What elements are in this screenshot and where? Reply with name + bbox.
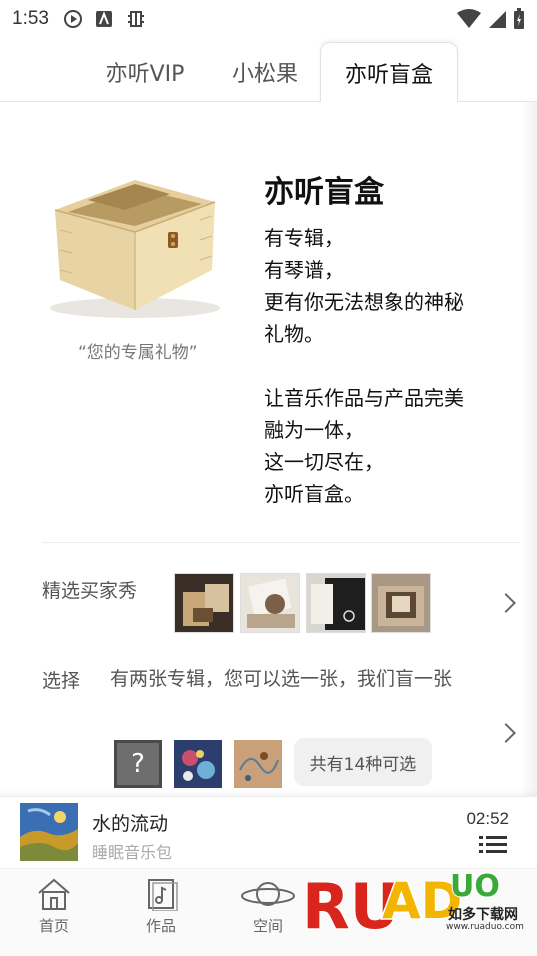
desc-line: 有专辑，	[264, 226, 344, 250]
blind-box-title: 亦听盲盒	[264, 175, 384, 210]
signal-icon	[489, 11, 506, 28]
planet-icon	[241, 882, 295, 906]
svg-text:UO: UO	[450, 869, 500, 904]
tab-blind-box[interactable]: 亦听盲盒	[320, 42, 458, 103]
desc-line: 礼物。	[264, 322, 324, 346]
nav-label: 首页	[38, 917, 69, 935]
status-bar: 1:53	[0, 0, 537, 38]
top-tabs: 亦听VIP 小松果 亦听盲盒	[0, 42, 537, 103]
album-option[interactable]	[174, 740, 222, 788]
nav-works[interactable]: 作品	[121, 877, 201, 949]
desc-line: 让音乐作品与产品完美	[264, 386, 464, 410]
home-icon	[38, 878, 70, 910]
track-album: 睡眠音乐包	[92, 843, 173, 862]
bug-icon	[127, 11, 144, 27]
mystery-mark: ?	[131, 749, 145, 779]
buyer-photo-thumb[interactable]	[240, 573, 300, 633]
mini-player[interactable]: 水的流动 睡眠音乐包 02:52	[0, 796, 537, 868]
music-note-icon	[148, 879, 178, 911]
playlist-icon[interactable]	[479, 835, 507, 855]
buyer-photo-thumb[interactable]	[371, 573, 431, 633]
section-divider	[42, 542, 520, 543]
status-system-icons	[457, 8, 525, 30]
blind-box-description: 有专辑， 有琴谱， 更有你无法想象的神秘 礼物。 让音乐作品与产品完美 融为一体…	[264, 222, 514, 510]
desc-line: 更有你无法想象的神秘	[264, 290, 464, 314]
battery-icon	[514, 8, 524, 29]
nav-home[interactable]: 首页	[14, 877, 94, 949]
choose-label: 选择	[42, 670, 81, 692]
gift-caption: “您的专属礼物”	[78, 343, 198, 363]
app-notification-icon	[95, 11, 112, 27]
mystery-album-option[interactable]: ?	[114, 740, 162, 788]
buyer-show-label: 精选买家秀	[42, 580, 138, 602]
watermark-url: www.ruaduo.com	[446, 922, 524, 932]
buyer-photo-thumb[interactable]	[174, 573, 234, 633]
tab-vip[interactable]: 亦听VIP	[90, 42, 200, 102]
ruanduo-watermark: RU AD UO 如多下载网 www.ruaduo.com	[300, 862, 530, 945]
desc-gap	[264, 350, 514, 382]
tab-xiaosongguo[interactable]: 小松果	[215, 42, 315, 102]
track-title: 水的流动	[92, 813, 169, 835]
nav-label: 作品	[145, 917, 176, 935]
nav-label: 空间	[252, 917, 283, 935]
wooden-gift-box-image	[50, 180, 220, 318]
desc-line: 这一切尽在，	[264, 450, 384, 474]
desc-line: 有琴谱，	[264, 258, 344, 282]
track-time: 02:52	[466, 809, 509, 828]
panel-edge-shadow	[521, 102, 537, 796]
wifi-icon	[457, 9, 481, 28]
choose-description: 有两张专辑，您可以选一张，我们盲一张	[110, 668, 453, 690]
status-time: 1:53	[12, 8, 49, 29]
option-count-button[interactable]: 共有14种可选	[294, 738, 432, 786]
desc-line: 亦听盲盒。	[264, 482, 364, 506]
desc-line: 融为一体，	[264, 418, 364, 442]
album-cover[interactable]	[20, 803, 78, 861]
album-option[interactable]	[234, 740, 282, 788]
nav-space[interactable]: 空间	[228, 877, 308, 949]
status-notifications	[63, 8, 147, 30]
play-circle-icon	[63, 10, 82, 28]
watermark-subtitle: 如多下载网	[448, 907, 518, 923]
buyer-photo-thumb[interactable]	[306, 573, 366, 633]
